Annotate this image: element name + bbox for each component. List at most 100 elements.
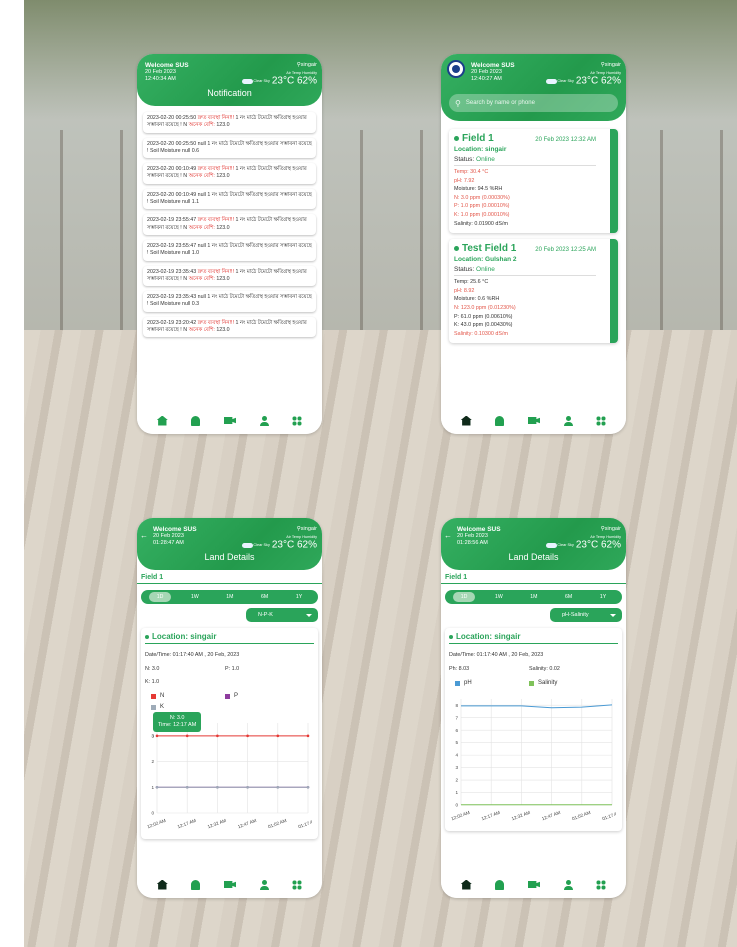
search-input[interactable]: ⚲ Search by name or phone: [449, 94, 618, 112]
notification-item[interactable]: 2023-02-20 00:25:50 দ্রুত ব্যবস্থা নিন!!…: [143, 112, 316, 133]
home-icon[interactable]: [156, 415, 168, 426]
back-arrow-icon[interactable]: ←: [444, 531, 452, 540]
period-tab-1y[interactable]: 1Y: [288, 592, 310, 602]
reading-values-k: K: 1.0: [145, 679, 160, 685]
home-icon[interactable]: [460, 415, 472, 426]
grid-icon[interactable]: [292, 879, 303, 890]
data-point-k: [276, 785, 280, 789]
field-location: Location: singair: [454, 146, 507, 153]
reading-datetime: Date/Time: 01:17:40 AM , 20 Feb, 2023: [449, 652, 544, 658]
period-tab-6m[interactable]: 6M: [557, 592, 580, 602]
notification-item[interactable]: 2023-02-19 23:35:43 দ্রুত ব্যবস্থা নিন!!…: [143, 265, 316, 287]
welcome-text: Welcome SUS: [145, 62, 189, 69]
sensor-reading: Salinity: 0.01900 dS/m: [454, 220, 508, 227]
data-point-n: [155, 734, 159, 738]
video-icon[interactable]: [527, 417, 540, 424]
npk-line-chart[interactable]: 12:02 AM 12:17 AM 12:32 AM 12:47 AM 01:02 AM…: [145, 717, 312, 835]
grid-icon[interactable]: [596, 879, 607, 890]
sensor-reading: Temp: 25.6 °C: [454, 279, 489, 286]
home-icon[interactable]: [460, 879, 472, 890]
background-photo: [0, 0, 737, 947]
field-card-title: Field 1 20 Feb 2023 12:32 AM: [454, 133, 596, 144]
notification-item[interactable]: 2023-02-20 00:10:49 null 1 নং মাঠে টমেটো…: [143, 188, 316, 210]
field-status: Status: Online: [454, 266, 495, 274]
period-tab-1m[interactable]: 1M: [218, 592, 241, 602]
legend-salinity[interactable]: Salinity: [523, 680, 597, 686]
reading-datetime: Date/Time: 01:17:40 AM , 20 Feb, 2023: [145, 652, 240, 658]
video-icon[interactable]: [527, 881, 540, 888]
bottom-nav: [441, 407, 626, 434]
field-list[interactable]: Field 1 20 Feb 2023 12:32 AM Location: sin…: [441, 121, 626, 344]
field-name: Field 1: [137, 570, 322, 584]
legend-k[interactable]: K: [145, 704, 219, 710]
readings-panel: Location: singair Date/Time: 01:17:40 AM…: [445, 628, 622, 831]
welcome-text: Welcome SUS: [153, 526, 197, 533]
period-tab-1d[interactable]: 1D: [148, 592, 172, 602]
field-card[interactable]: Test Field 1 20 Feb 2023 12:25 AM Location…: [449, 239, 618, 344]
notification-item[interactable]: 2023-02-20 00:25:50 null 1 নং মাঠে টমেটো…: [143, 137, 316, 159]
welcome-text: Welcome SUS: [457, 526, 501, 533]
user-icon[interactable]: [563, 415, 573, 426]
user-icon[interactable]: [259, 879, 269, 890]
notification-item[interactable]: 2023-02-19 23:55:47 null 1 নং মাঠে টমেটো…: [143, 239, 316, 261]
x-tick-label: 01:17 AM: [298, 818, 312, 829]
bell-icon[interactable]: [191, 879, 201, 890]
y-tick-label: 2: [151, 759, 154, 764]
legend-n[interactable]: N: [145, 693, 219, 699]
x-tick-label: 01:02 AM: [571, 810, 591, 821]
y-tick-label: 1: [455, 790, 458, 795]
chart-tooltip: N: 3.0 Time: 12:17 AM: [153, 712, 202, 732]
period-selector: 1D 1W 1M 6M 1Y: [445, 590, 622, 604]
x-tick-label: 12:47 AM: [237, 818, 257, 829]
grid-icon[interactable]: [292, 415, 303, 426]
video-icon[interactable]: [223, 881, 236, 888]
notification-item[interactable]: 2023-02-19 23:35:43 null 1 নং মাঠে টমেটো…: [143, 291, 316, 312]
legend-ph[interactable]: pH: [449, 680, 523, 686]
data-point-n: [276, 734, 280, 738]
grid-icon[interactable]: [596, 415, 607, 426]
caret-down-icon: [306, 613, 312, 617]
notification-item[interactable]: 2023-02-19 23:55:47 দ্রুত ব্যবস্থা নিন!!…: [143, 214, 316, 235]
user-icon[interactable]: [563, 879, 573, 890]
y-tick-label: 3: [151, 733, 154, 738]
y-tick-label: 3: [455, 765, 458, 770]
legend-p[interactable]: P: [219, 693, 293, 699]
data-point-k: [155, 785, 159, 789]
period-tab-1w[interactable]: 1W: [183, 592, 207, 602]
notification-item[interactable]: 2023-02-20 00:10:49 দ্রুত ব্যবস্থা নিন!!…: [143, 163, 316, 184]
notification-item[interactable]: 2023-02-19 23:20:42 দ্রুত ব্যবস্থা নিন!!…: [143, 316, 316, 338]
period-tab-1m[interactable]: 1M: [522, 592, 545, 602]
dot-icon: [449, 634, 453, 639]
location-title: Location: singair: [449, 632, 618, 644]
bell-icon[interactable]: [191, 415, 201, 426]
bell-icon[interactable]: [495, 879, 505, 890]
y-tick-label: 7: [455, 715, 458, 720]
video-icon[interactable]: [223, 417, 236, 424]
metric-dropdown[interactable]: N-P-K: [246, 608, 318, 622]
cloud-icon: [546, 78, 558, 84]
back-arrow-icon[interactable]: ←: [140, 531, 148, 540]
data-point-k: [306, 785, 310, 789]
weather-widget: Air Temp Humidity Clear Sky 23°C 62%: [242, 71, 317, 88]
ph-salinity-line-chart[interactable]: 12:02 AM 12:17 AM 12:32 AM 12:47 AM 01:02 AM…: [449, 693, 616, 827]
metric-dropdown[interactable]: pH-Salinity: [550, 608, 622, 622]
sensor-reading: Salinity: 0.10300 dS/m: [454, 330, 508, 337]
period-tab-1d[interactable]: 1D: [452, 592, 476, 602]
cloud-icon: [546, 542, 558, 548]
home-icon[interactable]: [156, 879, 168, 890]
sensor-reading: P: 61.0 ppm (0.00610%): [454, 313, 513, 320]
period-tab-6m[interactable]: 6M: [253, 592, 276, 602]
search-icon: ⚲: [455, 98, 461, 108]
location-label: ⚲singair: [600, 526, 621, 532]
field-name: Field 1: [441, 570, 626, 584]
sensor-reading: Moisture: 0.6 %RH: [454, 296, 500, 303]
period-tab-1w[interactable]: 1W: [487, 592, 511, 602]
sensor-reading: N: 3.0 ppm (0.00030%): [454, 194, 510, 201]
location-title: Location: singair: [145, 632, 314, 644]
user-icon[interactable]: [259, 415, 269, 426]
notification-list[interactable]: 2023-02-20 00:25:50 দ্রুত ব্যবস্থা নিন!!…: [137, 106, 322, 384]
reading-values: Ph: 8.03 Salinity: 0.02: [449, 666, 560, 672]
field-card[interactable]: Field 1 20 Feb 2023 12:32 AM Location: sin…: [449, 129, 618, 234]
period-tab-1y[interactable]: 1Y: [592, 592, 614, 602]
bell-icon[interactable]: [495, 415, 505, 426]
